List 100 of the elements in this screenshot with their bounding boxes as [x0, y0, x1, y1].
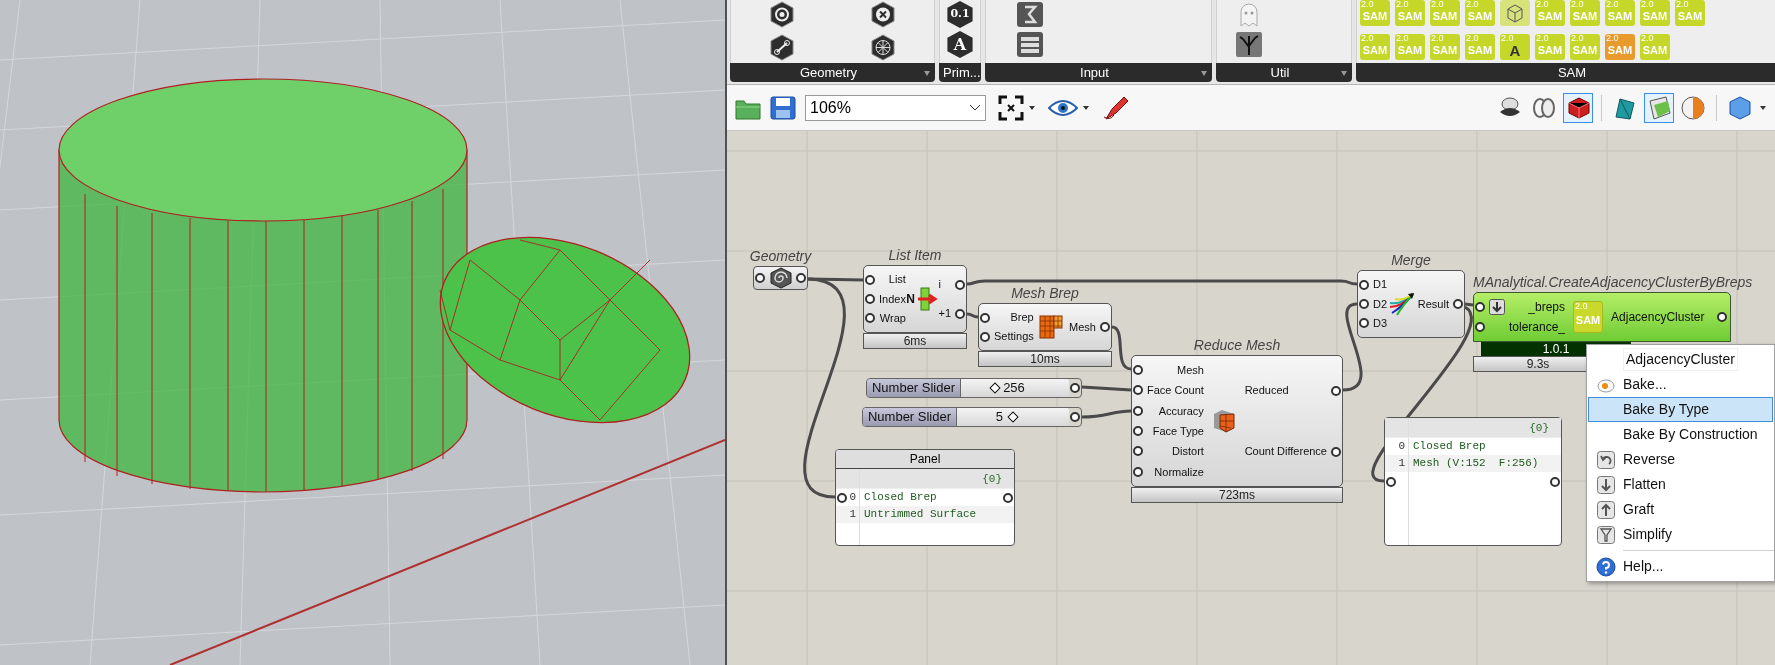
menu-item[interactable]: Simplify [1588, 522, 1773, 547]
connector-port[interactable] [1550, 476, 1560, 487]
ribbon-section-bar[interactable]: Geometry [730, 63, 935, 82]
version-label: 2.0 [1431, 33, 1444, 43]
connector-port[interactable] [980, 312, 990, 323]
3d-viewport[interactable] [0, 0, 725, 665]
zoom-dropdown[interactable]: 106% [805, 94, 986, 121]
mesh-blob-drawing[interactable] [439, 236, 691, 424]
connector-port[interactable] [755, 273, 765, 283]
dark-tile-icon[interactable] [1016, 1, 1044, 28]
ribbon-section-bar[interactable]: SAM [1356, 63, 1775, 82]
slider-value: 256 [1003, 379, 1025, 397]
connector-port[interactable] [1133, 405, 1143, 416]
icon-label: SAM [1537, 9, 1563, 24]
dropdown-arrow-icon[interactable] [923, 68, 931, 77]
cube-icon[interactable] [1500, 0, 1530, 26]
slider-label: Number Slider [863, 408, 957, 426]
connection-wire[interactable] [1081, 409, 1132, 419]
component-node[interactable]: List Index Wrap N i +1 [863, 265, 967, 333]
connection-wire[interactable] [1342, 302, 1363, 392]
connection-wire[interactable] [966, 279, 1358, 286]
connection-wire[interactable] [1081, 385, 1132, 392]
connector-port[interactable] [1133, 385, 1143, 396]
connector-port[interactable] [1003, 492, 1013, 503]
connector-port[interactable] [1070, 383, 1080, 393]
cluster-node[interactable]: _breps tolerance_ 2.0 SAM AdjacencyCluster [1473, 292, 1731, 342]
ribbon-section-bar[interactable]: Prim... [939, 63, 981, 82]
connector-port[interactable] [1453, 299, 1463, 309]
parameter-icon[interactable]: A [946, 31, 974, 58]
connector-port[interactable] [1133, 365, 1143, 376]
slider-track[interactable]: 5 [957, 408, 1069, 426]
menu-item[interactable]: Bake By Construction [1588, 422, 1773, 447]
connector-port[interactable] [865, 274, 875, 285]
dropdown-arrow-icon[interactable] [1340, 68, 1348, 77]
shaded-shape-toggle[interactable] [1644, 92, 1674, 123]
hexagon-icon[interactable] [767, 33, 796, 61]
connector-port[interactable] [837, 492, 847, 503]
menu-item[interactable]: Bake... [1588, 372, 1773, 397]
connector-port[interactable] [955, 279, 965, 290]
menu-item[interactable]: Bake By Type [1588, 397, 1773, 422]
panel-node[interactable]: Panel {0} 0 Closed Brep 1 Untrimmed Surface [835, 449, 1015, 546]
eye-icon[interactable] [1048, 97, 1078, 118]
hexagon-icon[interactable] [767, 1, 796, 28]
ribbon-section-bar[interactable]: Input [985, 63, 1212, 82]
panel-node[interactable]: {0} 0 Closed Brep 1 Mesh (V:152 F:256) [1384, 417, 1562, 546]
pen-icon[interactable] [1102, 94, 1130, 121]
list-icon[interactable] [1016, 31, 1044, 58]
component-node[interactable]: D1 D2 D3 Result [1357, 270, 1465, 338]
connection-wire[interactable] [1464, 302, 1474, 307]
connector-port[interactable] [1359, 279, 1369, 290]
parameter-icon[interactable]: 0.1 [946, 1, 974, 28]
component-node[interactable]: Mesh Face Count Accuracy Face Type Distort Normalize Reduced Count Difference [1131, 355, 1343, 487]
caret-icon[interactable] [1759, 104, 1767, 111]
context-menu[interactable]: AdjacencyCluster Bake... Bake By Type Bake By Construction Reverse Flatten Graft Simplify Help... [1586, 344, 1775, 582]
connector-port[interactable] [1100, 322, 1110, 332]
connector-port[interactable] [1331, 385, 1341, 396]
sam-tile[interactable]: 2.0 A [1500, 33, 1530, 60]
dropdown-arrow-icon[interactable] [1200, 68, 1208, 77]
connection-wire[interactable] [966, 312, 979, 319]
number-slider[interactable]: Number Slider 256 [866, 378, 1082, 398]
tree-icon[interactable] [1235, 31, 1263, 58]
cylinder-drawing[interactable] [58, 78, 468, 493]
hexagon-icon[interactable] [869, 1, 898, 28]
icon-label: SAM [1572, 42, 1598, 58]
caret-icon[interactable] [1028, 104, 1036, 111]
connector-port[interactable] [865, 294, 875, 304]
connector-port[interactable] [1070, 412, 1080, 422]
path-label: {0} [1528, 421, 1550, 436]
connection-wire[interactable] [803, 277, 846, 499]
slider-thumb[interactable] [989, 382, 1001, 394]
menu-item[interactable]: Flatten [1588, 472, 1773, 497]
connector-port[interactable] [1359, 299, 1369, 309]
connection-wire[interactable] [1111, 325, 1132, 371]
connector-port[interactable] [1331, 446, 1341, 457]
number-slider[interactable]: Number Slider 5 [862, 407, 1082, 427]
connector-port[interactable] [796, 273, 806, 283]
cube-toggle[interactable] [1563, 92, 1593, 123]
hexagon-icon[interactable] [869, 33, 898, 61]
caret-icon[interactable] [1082, 104, 1090, 111]
connector-port[interactable] [1717, 312, 1727, 322]
menu-item[interactable]: Help... [1588, 554, 1773, 579]
connector-port[interactable] [865, 313, 875, 324]
menu-item[interactable]: Reverse [1588, 447, 1773, 472]
parameter-node[interactable] [753, 266, 808, 290]
connector-port[interactable] [955, 308, 965, 319]
connector-port[interactable] [1359, 318, 1369, 329]
connector-port[interactable] [980, 331, 990, 342]
ribbon-section-bar[interactable]: Util [1216, 63, 1352, 82]
connector-port[interactable] [1133, 466, 1143, 477]
connector-port[interactable] [1133, 426, 1143, 437]
save-icon[interactable] [769, 94, 797, 121]
zoom-extents-icon[interactable] [998, 94, 1024, 121]
connector-port[interactable] [1133, 446, 1143, 457]
menu-item[interactable]: Graft [1588, 497, 1773, 522]
slider-thumb[interactable] [1007, 411, 1019, 423]
section-label: Util [1269, 66, 1291, 79]
slider-track[interactable]: 256 [961, 379, 1069, 397]
flatten-icon[interactable] [1489, 299, 1505, 315]
connector-port[interactable] [1386, 476, 1396, 487]
component-node[interactable]: Brep Settings Mesh [978, 303, 1112, 351]
